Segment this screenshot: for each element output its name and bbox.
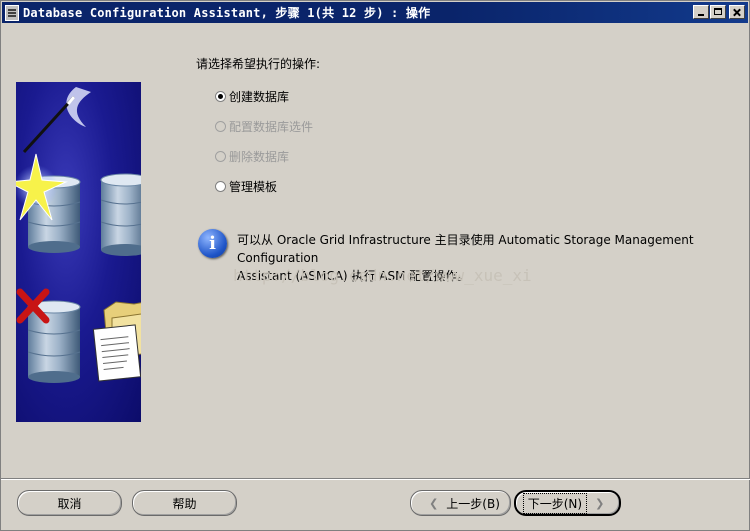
chevron-right-icon: ❯ (595, 496, 605, 510)
document-icon (92, 324, 141, 382)
cancel-label: 取消 (57, 496, 82, 511)
back-label: 上一步(B) (446, 496, 500, 511)
next-label: 下一步(N) (522, 492, 588, 514)
app-icon[interactable] (5, 4, 19, 21)
watermark: http://blog.csdn.net/www_xue_xi (233, 266, 532, 285)
title-bar: Database Configuration Assistant, 步骤 1(共… (2, 2, 748, 23)
radio-button[interactable] (215, 180, 226, 192)
radio-button (215, 150, 226, 162)
back-button[interactable]: ❮ 上一步(B) (410, 490, 511, 516)
option-configure-database-options: 配置数据库选件 (215, 111, 313, 141)
operation-radio-group: 创建数据库 配置数据库选件 删除数据库 管理模板 (215, 81, 313, 201)
minimize-icon[interactable] (693, 5, 709, 19)
operation-prompt: 请选择希望执行的操作: (196, 57, 321, 71)
option-label: 管理模板 (229, 179, 278, 194)
info-line: 可以从 Oracle Grid Infrastructure 主目录使用 Aut… (237, 233, 694, 265)
info-icon: i (198, 229, 227, 258)
dbca-window: Database Configuration Assistant, 步骤 1(共… (0, 0, 750, 531)
illustration-graphic (16, 87, 141, 383)
wizard-illustration (16, 82, 141, 422)
cancel-button[interactable]: 取消 (17, 490, 122, 516)
chevron-left-icon: ❮ (429, 496, 439, 510)
option-label: 创建数据库 (229, 89, 290, 104)
option-delete-database: 删除数据库 (215, 141, 313, 171)
footer-divider (1, 478, 750, 480)
database-icon (100, 173, 141, 256)
maximize-icon[interactable] (710, 5, 726, 19)
help-button[interactable]: 帮助 (132, 490, 237, 516)
close-icon[interactable] (729, 5, 745, 19)
help-label: 帮助 (172, 496, 197, 511)
radio-button[interactable] (215, 90, 226, 102)
option-create-database[interactable]: 创建数据库 (215, 81, 313, 111)
option-label: 删除数据库 (229, 149, 290, 164)
window-title: Database Configuration Assistant, 步骤 1(共… (23, 6, 431, 20)
option-label: 配置数据库选件 (229, 119, 314, 134)
magic-wand-icon (22, 87, 91, 154)
next-button[interactable]: 下一步(N) ❯ (514, 490, 621, 516)
option-manage-templates[interactable]: 管理模板 (215, 171, 313, 201)
radio-button (215, 120, 226, 132)
